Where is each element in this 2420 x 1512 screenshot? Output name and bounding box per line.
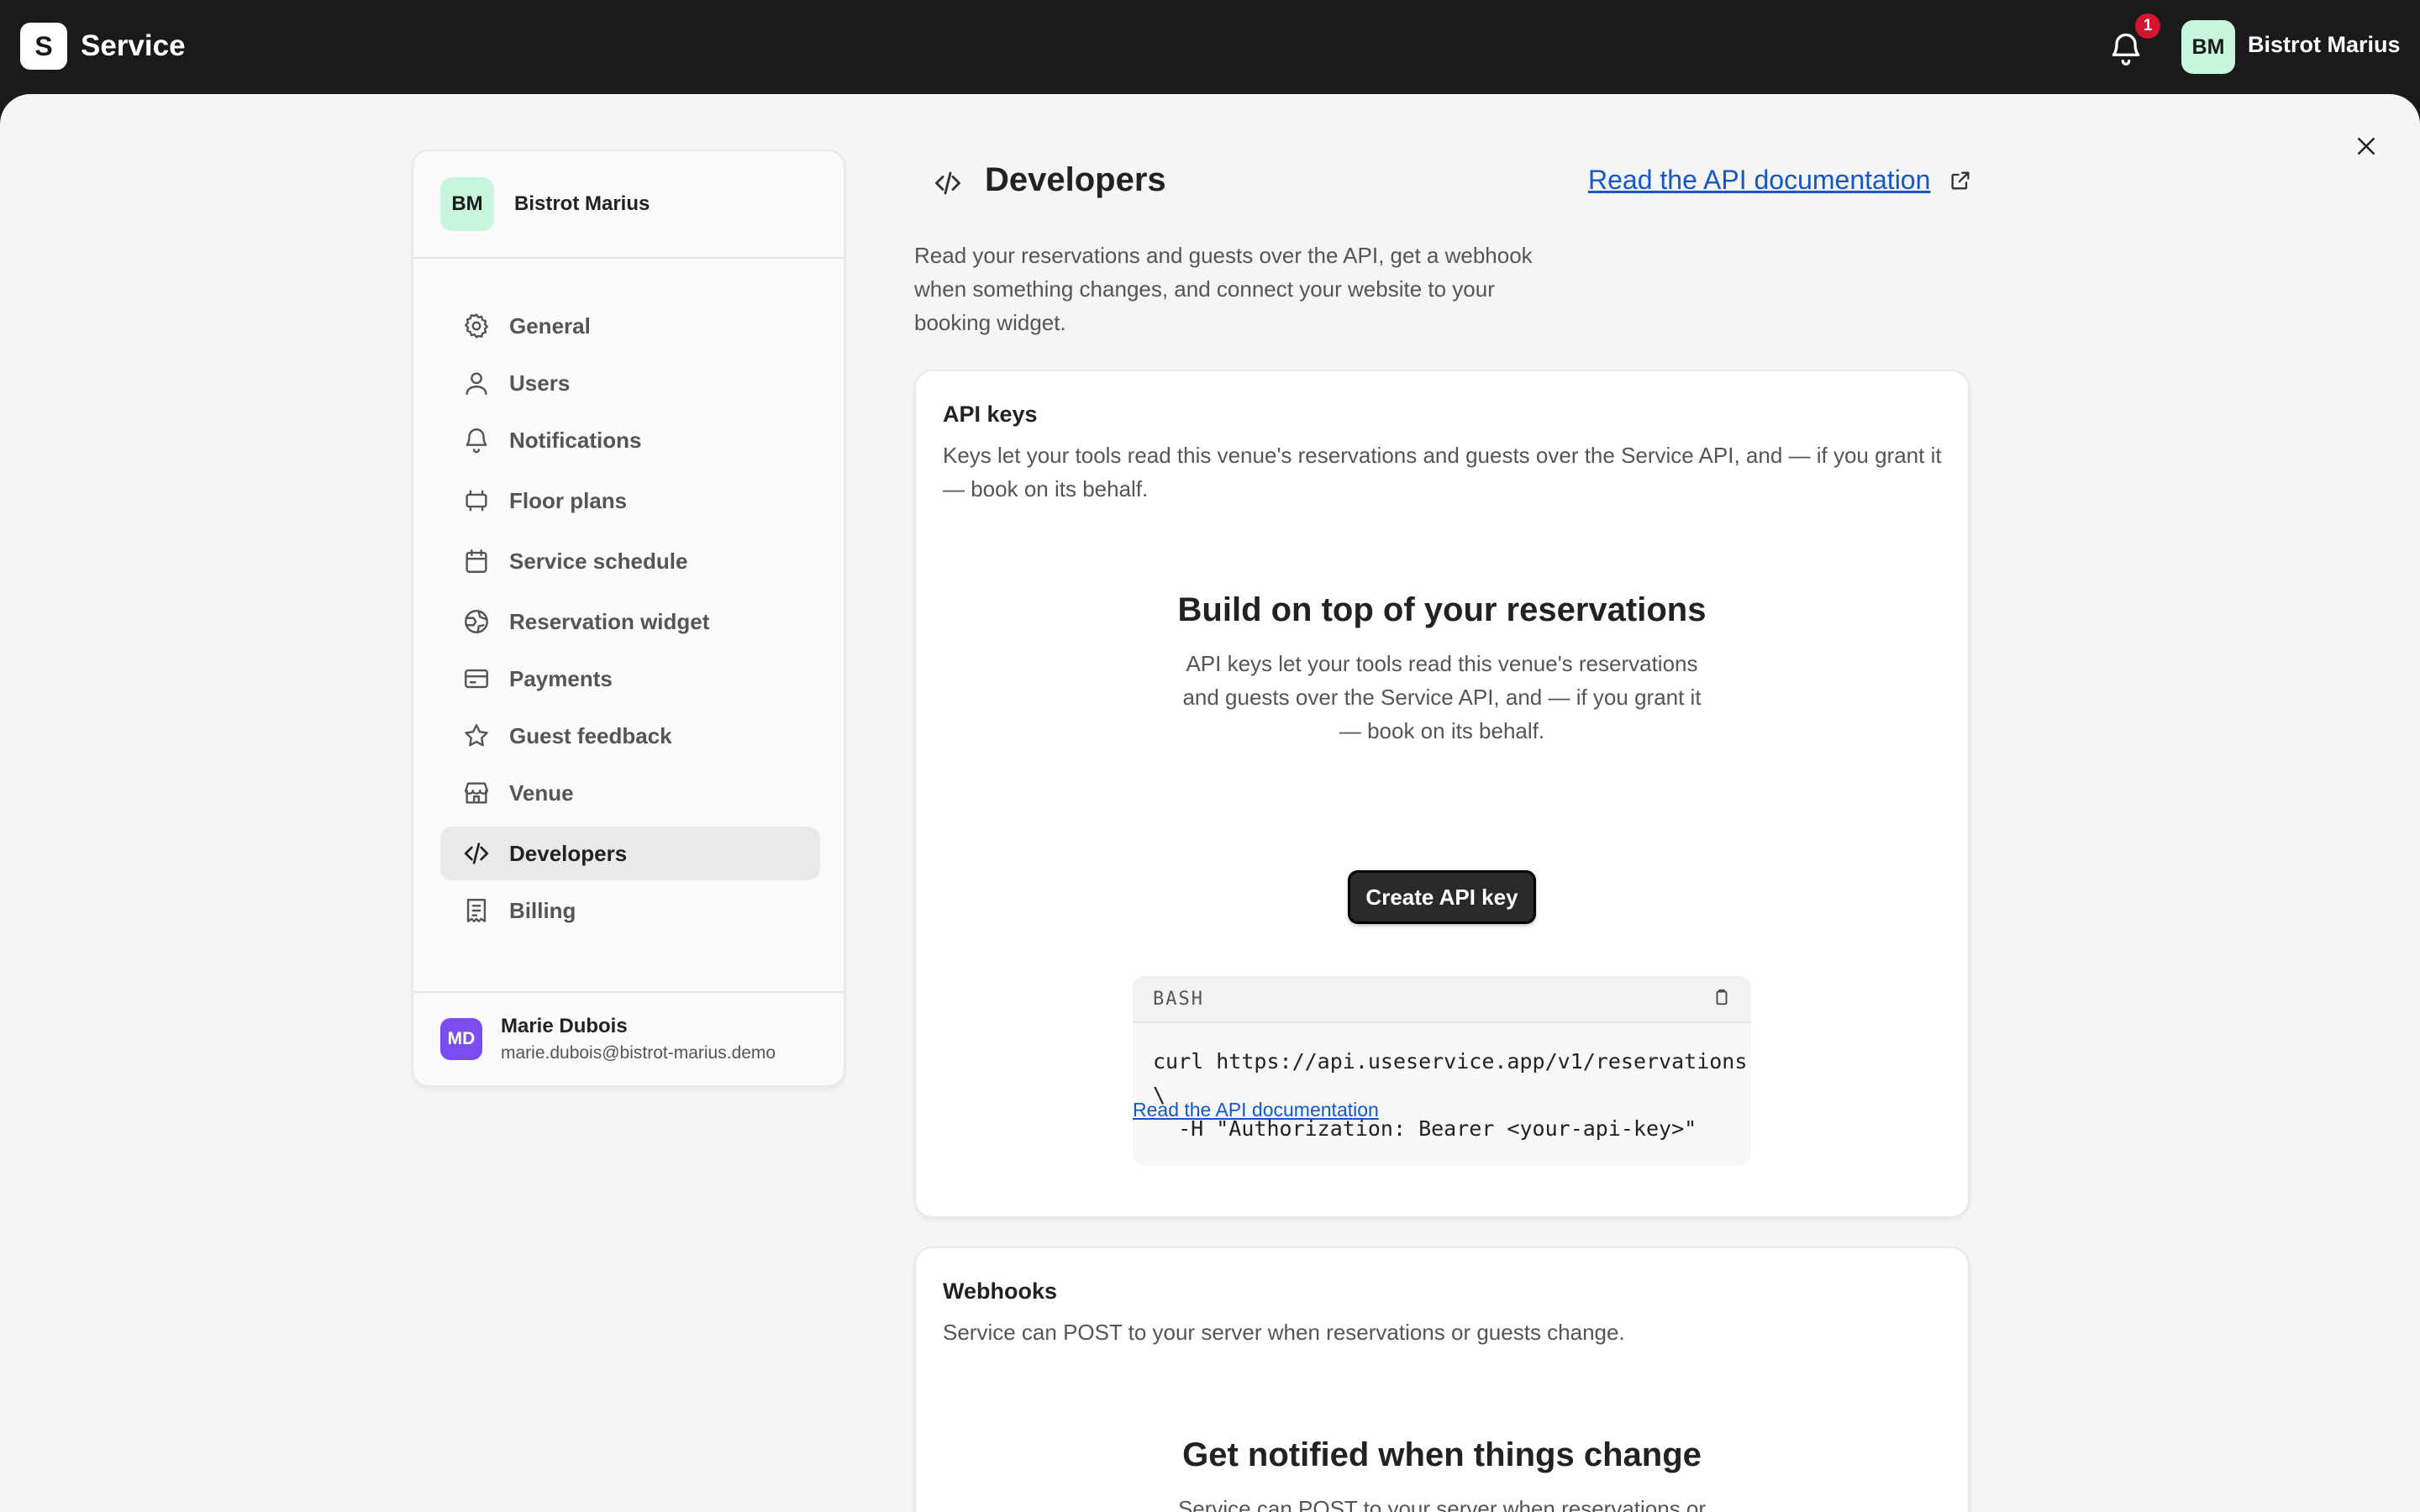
sidebar-item-label: Billing [509, 897, 576, 923]
code-language: BASH [1153, 988, 1204, 1010]
api-docs-inline-link[interactable]: Read the API documentation [1133, 1099, 1379, 1121]
app-logo: S [20, 23, 67, 70]
api-keys-empty-title: Build on top of your reservations [1177, 591, 1707, 628]
sidebar-item-label: Reservation widget [509, 608, 710, 634]
sidebar-item-service-schedule[interactable]: Service schedule [440, 534, 820, 588]
account-name[interactable]: Bistrot Marius [2248, 32, 2401, 58]
copy-button[interactable] [1712, 988, 1731, 1011]
api-keys-empty-description: API keys let your tools read this venue'… [1182, 651, 1702, 743]
venue-avatar: BM [440, 177, 494, 231]
bell-icon [466, 428, 487, 454]
venue-header[interactable]: BM Bistrot Marius [413, 151, 844, 259]
sidebar-item-label: General [509, 312, 591, 339]
sidebar-item-floor-plans[interactable]: Floor plans [440, 474, 820, 528]
user-avatar: MD [440, 1018, 482, 1060]
api-keys-description: Keys let your tools read this venue's re… [943, 443, 1942, 501]
close-button[interactable] [2349, 129, 2383, 163]
notification-count-badge: 1 [2135, 13, 2160, 39]
create-api-key-button[interactable]: Create API key [1348, 870, 1536, 924]
webhooks-empty-description: Service can POST to your server when res… [1177, 1496, 1707, 1512]
brand[interactable]: S Service [20, 23, 186, 70]
floor-plan-icon [466, 490, 487, 512]
sidebar-item-label: Guest feedback [509, 722, 672, 748]
sidebar-item-label: Payments [509, 665, 613, 691]
code-header: BASH [1133, 976, 1751, 1023]
settings-sheet: BM Bistrot Marius General Users Notifica… [0, 94, 2420, 1512]
webhooks-card: Webhooks Service can POST to your server… [914, 1247, 1970, 1512]
sidebar-item-payments[interactable]: Payments [440, 652, 820, 706]
page-intro: Read your reservations and guests over t… [914, 243, 1533, 335]
code-icon [935, 171, 960, 195]
code-snippet: BASH curl https://api.useservice.app/v1/… [1133, 976, 1751, 1166]
user-name: Marie Dubois [501, 1015, 628, 1037]
user-info: Marie Dubois marie.dubois@bistrot-marius… [501, 1015, 776, 1063]
sidebar-item-general[interactable]: General [440, 299, 820, 353]
globe-icon [465, 610, 488, 633]
code-body: curl https://api.useservice.app/v1/reser… [1153, 1049, 1748, 1141]
sidebar-item-developers[interactable]: Developers [440, 827, 820, 880]
api-keys-card: API keys Keys let your tools read this v… [914, 370, 1970, 1218]
sidebar-item-venue[interactable]: Venue [440, 766, 820, 820]
notifications-bell-icon[interactable] [2107, 30, 2144, 67]
webhooks-title: Webhooks [943, 1278, 1058, 1304]
api-keys-title: API keys [943, 402, 1038, 427]
sidebar-item-guest-feedback[interactable]: Guest feedback [440, 709, 820, 763]
external-link-icon [1951, 171, 1970, 189]
sidebar-item-reservation-widget[interactable]: Reservation widget [440, 595, 820, 648]
api-docs-link-label: Read the API documentation [1588, 165, 1931, 195]
webhooks-description: Service can POST to your server when res… [943, 1320, 1625, 1345]
page-title: Developers [985, 161, 1166, 198]
clipboard-icon [1716, 989, 1728, 1005]
webhooks-empty-title: Get notified when things change [1182, 1436, 1702, 1473]
sidebar-item-label: Notifications [509, 427, 642, 453]
sidebar-item-notifications[interactable]: Notifications [440, 413, 820, 467]
settings-sidebar: BM Bistrot Marius General Users Notifica… [412, 150, 845, 1087]
star-icon [465, 724, 488, 747]
sidebar-item-label: Users [509, 370, 571, 396]
user-email: marie.dubois@bistrot-marius.demo [501, 1043, 776, 1063]
code-icon [464, 843, 489, 864]
close-icon [2358, 138, 2375, 155]
user-icon [466, 372, 487, 395]
sidebar-item-billing[interactable]: Billing [440, 884, 820, 937]
receipt-icon [466, 899, 487, 922]
sidebar-item-label: Service schedule [509, 548, 688, 574]
sidebar-item-users[interactable]: Users [440, 356, 820, 410]
sidebar-item-label: Floor plans [509, 487, 628, 513]
credit-card-icon [465, 669, 488, 689]
current-user[interactable]: MD Marie Dubois marie.dubois@bistrot-mar… [413, 991, 844, 1085]
gear-icon [465, 313, 488, 339]
top-bar: S Service 1 BM Bistrot Marius [0, 0, 2420, 94]
app-name: Service [81, 29, 186, 62]
calendar-icon [466, 549, 487, 573]
sidebar-item-label: Venue [509, 780, 574, 806]
venue-name: Bistrot Marius [514, 192, 650, 215]
api-docs-link[interactable]: Read the API documentation [1588, 165, 1972, 196]
sidebar-item-label: Developers [509, 840, 628, 866]
store-icon [465, 782, 488, 804]
account-avatar[interactable]: BM [2181, 20, 2235, 74]
